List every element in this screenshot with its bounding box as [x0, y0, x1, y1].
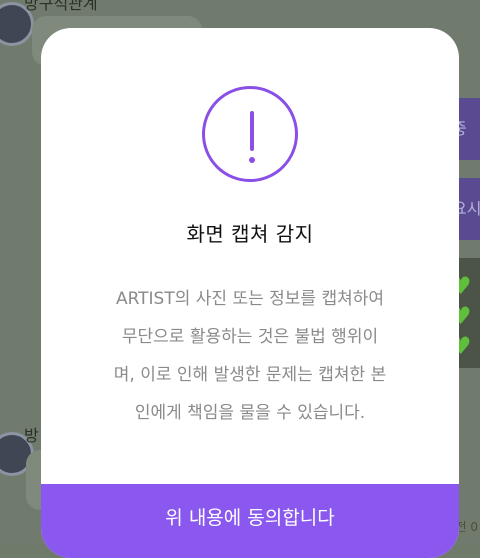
exclamation-dot [249, 157, 255, 163]
screenshot-warning-modal: 화면 캡쳐 감지 ARTIST의 사진 또는 정보를 캡쳐하여 무단으로 활용하… [41, 28, 459, 558]
modal-message-line: 무단으로 활용하는 것은 불법 행위이 [121, 327, 379, 347]
modal-message-line: ARTIST의 사진 또는 정보를 캡쳐하여 [115, 289, 385, 309]
modal-title: 화면 캡쳐 감지 [186, 222, 314, 246]
agree-button[interactable]: 위 내용에 동의합니다 [41, 484, 459, 558]
sender-name: 방 [24, 426, 39, 445]
exclamation-circle-icon [202, 86, 298, 182]
modal-message-line: 며, 이로 인해 발생한 문제는 캡쳐한 본 [113, 365, 387, 385]
sender-name: 방구석관계 [24, 0, 98, 13]
modal-message: ARTIST의 사진 또는 정보를 캡쳐하여 무단으로 활용하는 것은 불법 행… [71, 280, 429, 432]
exclamation-bar [250, 111, 254, 151]
modal-message-line: 인에게 책임을 물을 수 있습니다. [134, 403, 366, 423]
